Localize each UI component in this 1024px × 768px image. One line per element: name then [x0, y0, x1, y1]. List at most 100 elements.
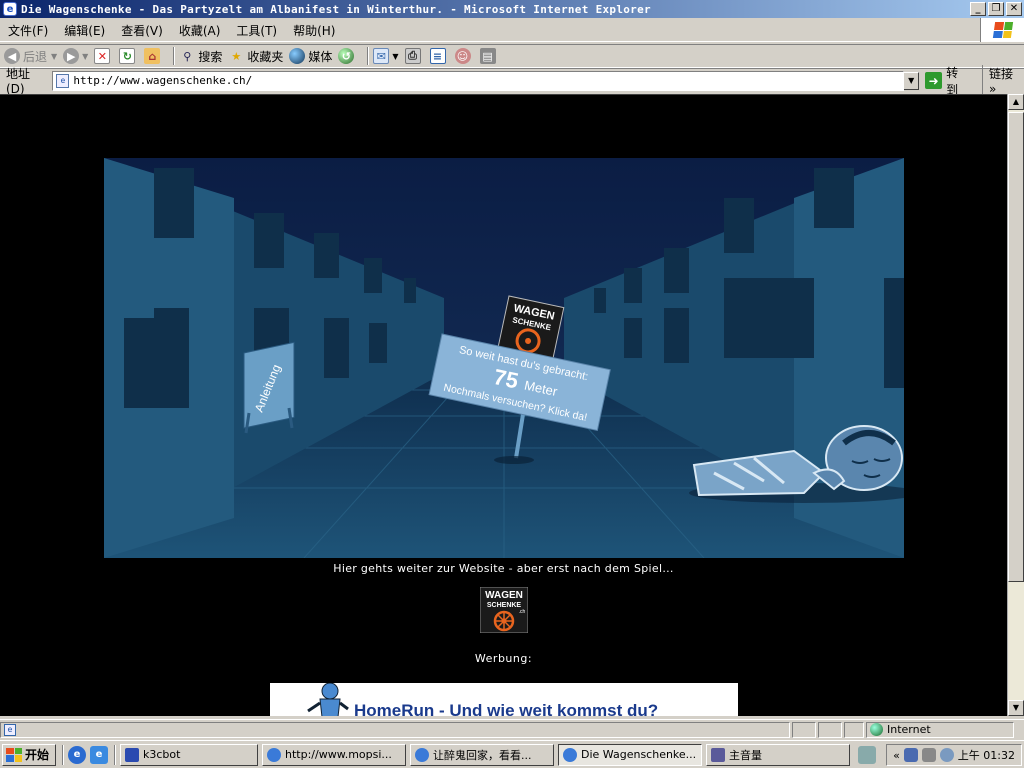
- search-icon: ⚲: [183, 49, 192, 63]
- flash-game[interactable]: Anleitung WAGEN SCHENKE So weit hast du'…: [104, 158, 904, 558]
- media-button[interactable]: 媒体: [289, 48, 332, 65]
- star-icon: ★: [231, 49, 242, 63]
- toolbar-separator: [173, 47, 176, 65]
- go-label: 转到: [946, 65, 959, 97]
- task-button[interactable]: http://www.mopsi...: [262, 743, 407, 766]
- window-title: Die Wagenschenke - Das Partyzelt am Alba…: [21, 2, 651, 16]
- research-icon: ▤: [479, 48, 496, 64]
- windows-flag-icon: [6, 747, 22, 762]
- research-button[interactable]: ▤: [479, 48, 499, 64]
- refresh-icon: ↻: [119, 48, 136, 64]
- instructions-sign[interactable]: Anleitung: [243, 341, 295, 434]
- tray-network-icon[interactable]: [903, 748, 918, 762]
- history-button[interactable]: ↺: [338, 48, 357, 64]
- scroll-thumb[interactable]: [1008, 112, 1024, 582]
- address-input[interactable]: e http://www.wagenschenke.ch/: [52, 70, 905, 91]
- task-button-active[interactable]: Die Wagenschenke...: [558, 743, 703, 766]
- forward-button[interactable]: ▶ ▼: [63, 48, 88, 64]
- menu-help[interactable]: 帮助(H): [285, 22, 343, 39]
- banner-text: HomeRun - Und wie weit kommst du?: [354, 701, 659, 716]
- quicklaunch-desktop-icon[interactable]: e: [90, 745, 109, 764]
- status-pane: [844, 721, 864, 738]
- messenger-icon: ☺: [454, 48, 471, 64]
- links-toolbar[interactable]: 链接 »: [982, 65, 1024, 96]
- ie-icon: [267, 747, 282, 762]
- quicklaunch-ie-icon[interactable]: e: [68, 745, 87, 764]
- back-arrow-icon: ◀: [4, 48, 20, 64]
- security-zone[interactable]: Internet: [866, 721, 1014, 738]
- page-icon: e: [56, 73, 70, 88]
- globe-icon: [870, 723, 883, 736]
- network-icon[interactable]: [858, 745, 877, 764]
- media-label: 媒体: [308, 49, 333, 64]
- menu-favorites[interactable]: 收藏(A): [171, 22, 229, 39]
- page-content: Anleitung WAGEN SCHENKE So weit hast du'…: [0, 94, 1007, 716]
- tray-expand-button[interactable]: «: [893, 749, 900, 762]
- forward-arrow-icon: ▶: [63, 48, 80, 64]
- minimize-button[interactable]: _: [970, 2, 986, 16]
- game-scene[interactable]: Anleitung WAGEN SCHENKE So weit hast du'…: [104, 158, 904, 558]
- standard-toolbar: ◀ 后退 ▼ ▶ ▼ ✕ ↻ ⌂ ⚲ 搜索 ★ 收藏夹 媒体 ↺ ✉ ▼ ⎙ ≡…: [0, 44, 1024, 68]
- window-controls: _ ❐ ✕: [970, 2, 1022, 16]
- windows-logo-icon: [980, 18, 1024, 42]
- svg-text:SCHENKE: SCHENKE: [487, 602, 522, 609]
- go-button[interactable]: ➜ 转到: [925, 64, 970, 98]
- banner-figure-icon: [307, 683, 349, 716]
- taskbar: 开始 e e k3cbot http://www.mopsi... 让醉鬼回家，…: [0, 740, 1024, 768]
- task-button[interactable]: 让醉鬼回家，看看...: [410, 743, 555, 766]
- favorites-button[interactable]: ★ 收藏夹: [228, 48, 283, 65]
- continue-hint[interactable]: Hier gehts weiter zur Website - aber ers…: [0, 562, 1007, 575]
- messenger-button[interactable]: ☺: [454, 48, 474, 64]
- stop-button[interactable]: ✕: [94, 48, 113, 64]
- menu-file[interactable]: 文件(F): [0, 22, 56, 39]
- back-label: 后退: [23, 49, 48, 64]
- address-dropdown-button[interactable]: ▼: [903, 71, 920, 90]
- favorites-label: 收藏夹: [247, 49, 284, 64]
- menu-bar: 文件(F) 编辑(E) 查看(V) 收藏(A) 工具(T) 帮助(H): [0, 18, 1024, 42]
- refresh-button[interactable]: ↻: [119, 48, 138, 64]
- menu-tools[interactable]: 工具(T): [228, 22, 285, 39]
- address-label: 地址(D): [6, 67, 31, 96]
- menu-view[interactable]: 查看(V): [113, 22, 171, 39]
- menu-edit[interactable]: 编辑(E): [56, 22, 113, 39]
- start-button[interactable]: 开始: [2, 743, 57, 766]
- mail-button[interactable]: ✉ ▼: [373, 48, 399, 64]
- scroll-up-button[interactable]: ▲: [1008, 94, 1024, 110]
- search-button[interactable]: ⚲ 搜索: [179, 48, 222, 65]
- edit-page-icon: ≡: [429, 48, 446, 64]
- tray-app-icon[interactable]: [939, 748, 954, 762]
- tray-volume-icon[interactable]: [921, 748, 936, 762]
- start-label: 开始: [25, 748, 50, 762]
- ad-banner[interactable]: HomeRun - Und wie weit kommst du?: [270, 683, 738, 716]
- vertical-scrollbar[interactable]: ▲ ▼: [1007, 94, 1024, 716]
- stop-icon: ✕: [94, 48, 111, 64]
- mail-icon: ✉: [373, 48, 390, 64]
- close-button[interactable]: ✕: [1006, 2, 1022, 16]
- print-button[interactable]: ⎙: [404, 48, 424, 64]
- media-icon: [289, 48, 306, 64]
- links-label: 链接: [989, 67, 1014, 81]
- scroll-down-button[interactable]: ▼: [1008, 700, 1024, 716]
- address-url[interactable]: http://www.wagenschenke.ch/: [73, 74, 252, 87]
- home-button[interactable]: ⌂: [144, 48, 163, 64]
- status-pane: [792, 721, 816, 738]
- task-button[interactable]: k3cbot: [120, 743, 259, 766]
- ie-icon: [415, 747, 430, 762]
- edit-button[interactable]: ≡: [429, 48, 449, 64]
- wagenschenke-logo[interactable]: WAGEN SCHENKE .ch: [480, 587, 528, 633]
- search-label: 搜索: [198, 49, 223, 64]
- title-bar[interactable]: e Die Wagenschenke - Das Partyzelt am Al…: [0, 0, 1024, 18]
- toolbar-separator: [367, 47, 370, 65]
- task-button[interactable]: 主音量: [706, 743, 851, 766]
- page-status-icon: e: [4, 723, 16, 736]
- svg-text:WAGEN: WAGEN: [485, 590, 523, 601]
- ie-window: e Die Wagenschenke - Das Partyzelt am Al…: [0, 0, 1024, 740]
- clock[interactable]: 上午 01:32: [958, 747, 1015, 763]
- back-button[interactable]: ◀ 后退 ▼: [4, 48, 57, 65]
- svg-text:.ch: .ch: [519, 609, 526, 615]
- restore-button[interactable]: ❐: [988, 2, 1004, 16]
- printer-icon: ⎙: [404, 48, 421, 64]
- go-arrow-icon: ➜: [925, 72, 943, 89]
- score-distance: 75: [492, 364, 521, 394]
- app-icon: [125, 747, 140, 762]
